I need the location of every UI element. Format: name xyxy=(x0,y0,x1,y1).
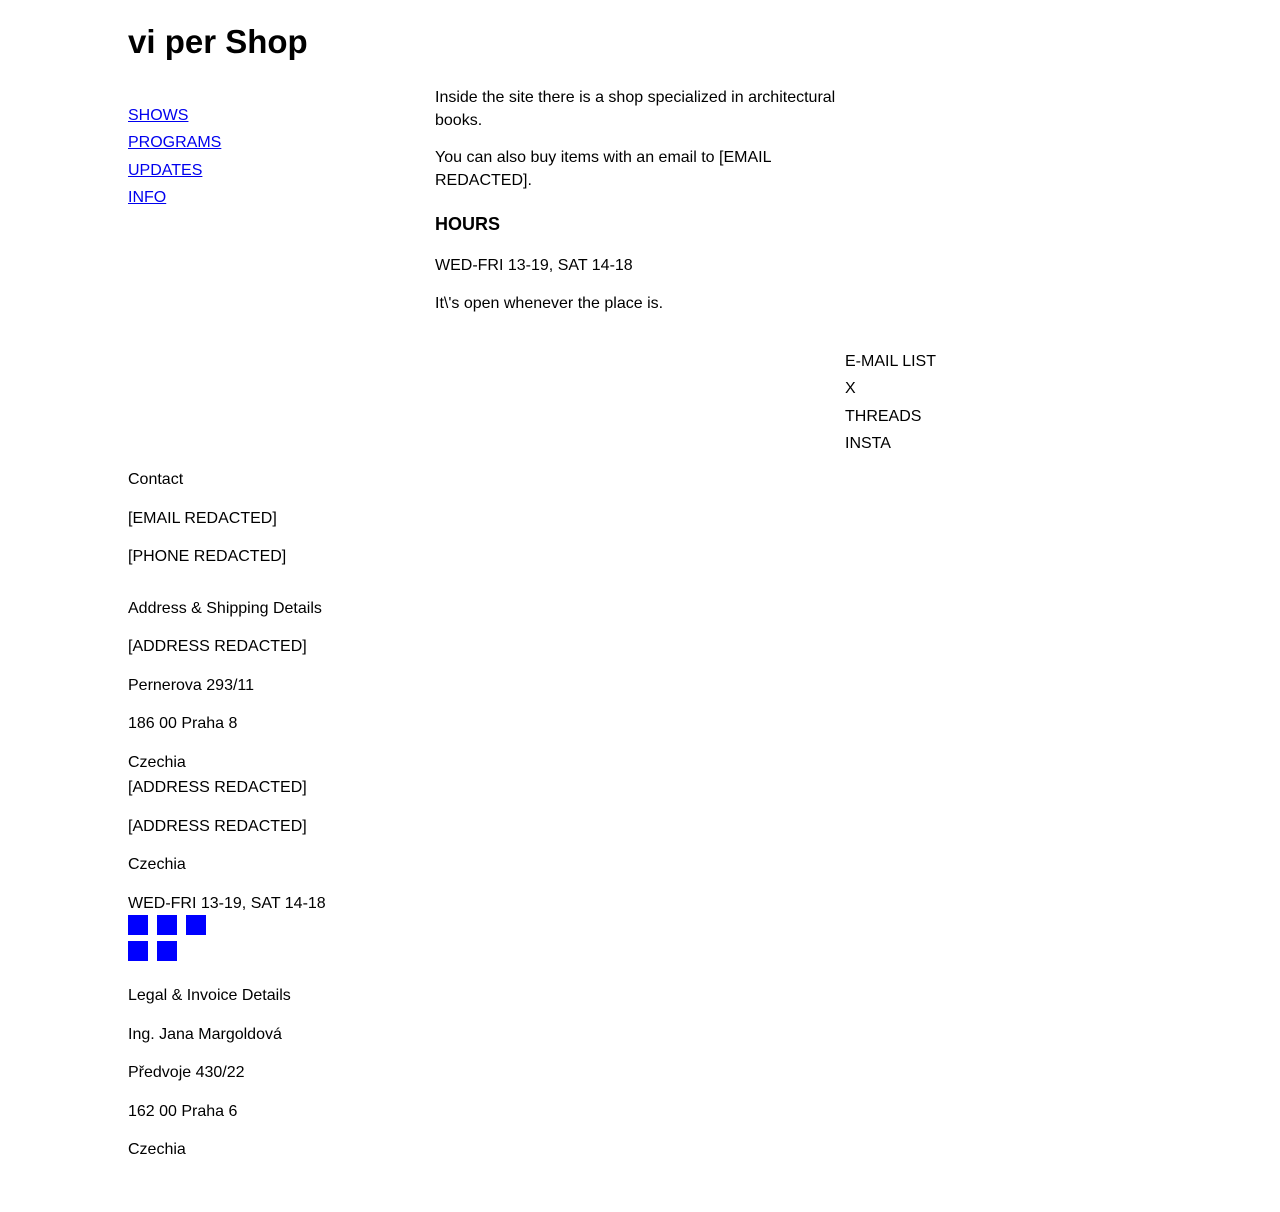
site-title: vi per Shop xyxy=(128,23,308,60)
icon-grid xyxy=(128,915,218,961)
legal-line: 162 00 Praha 6 xyxy=(128,1102,238,1120)
social-email-list[interactable]: E-MAIL LIST xyxy=(845,348,936,375)
square-icon[interactable] xyxy=(128,941,148,961)
footer: Contact [EMAIL REDACTED] [PHONE REDACTED… xyxy=(128,469,326,1178)
address-line: Czechia xyxy=(128,753,186,771)
main-content: Inside the site there is a shop speciali… xyxy=(435,87,845,330)
nav-link-programs[interactable]: PROGRAMS xyxy=(128,134,221,151)
address-line: Czechia xyxy=(128,856,186,873)
square-icon[interactable] xyxy=(128,915,148,935)
icon-row xyxy=(128,941,218,961)
legal-line: Ing. Jana Margoldová xyxy=(128,1025,282,1043)
nav-item-programs: PROGRAMS xyxy=(128,129,221,156)
hours-heading: HOURS xyxy=(435,214,501,234)
contact-heading: Contact xyxy=(128,471,184,488)
square-icon[interactable] xyxy=(157,915,177,935)
legal-section: Legal & Invoice Details Ing. Jana Margol… xyxy=(128,985,326,1161)
nav-link-info[interactable]: INFO xyxy=(128,189,166,206)
square-icon[interactable] xyxy=(186,915,206,935)
contact-section: Contact [EMAIL REDACTED] [PHONE REDACTED… xyxy=(128,469,326,568)
open-note: It\'s open whenever the place is. xyxy=(435,294,664,312)
address-line: [ADDRESS REDACTED] xyxy=(128,779,307,796)
intro-text: Inside the site there is a shop speciali… xyxy=(435,89,836,129)
nav-item-shows: SHOWS xyxy=(128,102,221,129)
address-hours: WED-FRI 13-19, SAT 14-18 xyxy=(128,894,326,912)
hours-text: WED-FRI 13-19, SAT 14-18 xyxy=(435,257,633,274)
address-line: [ADDRESS REDACTED] xyxy=(128,817,307,835)
address-line: Pernerova 293/11 xyxy=(128,676,255,694)
legal-heading: Legal & Invoice Details xyxy=(128,987,291,1004)
social-links: E-MAIL LIST X THREADS INSTA xyxy=(845,348,936,457)
main-nav: SHOWS PROGRAMS UPDATES INFO xyxy=(128,102,221,211)
legal-line: Předvoje 430/22 xyxy=(128,1064,245,1081)
address-heading: Address & Shipping Details xyxy=(128,599,322,617)
nav-item-info: INFO xyxy=(128,184,221,211)
nav-link-shows[interactable]: SHOWS xyxy=(128,107,188,124)
page: vi per Shop SHOWS PROGRAMS UPDATES INFO … xyxy=(0,0,1280,1212)
contact-email: [EMAIL REDACTED] xyxy=(128,509,277,527)
contact-phone: [PHONE REDACTED] xyxy=(128,548,287,565)
social-insta[interactable]: INSTA xyxy=(845,430,936,457)
address-line: [ADDRESS REDACTED] xyxy=(128,638,307,655)
square-icon[interactable] xyxy=(157,941,177,961)
social-threads[interactable]: THREADS xyxy=(845,403,936,430)
address-section: Address & Shipping Details [ADDRESS REDA… xyxy=(128,598,326,915)
social-x[interactable]: X xyxy=(845,375,936,402)
legal-line: Czechia xyxy=(128,1141,186,1158)
email-note: You can also buy items with an email to … xyxy=(435,149,771,189)
nav-item-updates: UPDATES xyxy=(128,157,221,184)
nav-link-updates[interactable]: UPDATES xyxy=(128,162,202,179)
address-line: 186 00 Praha 8 xyxy=(128,715,238,732)
icon-row xyxy=(128,915,218,935)
